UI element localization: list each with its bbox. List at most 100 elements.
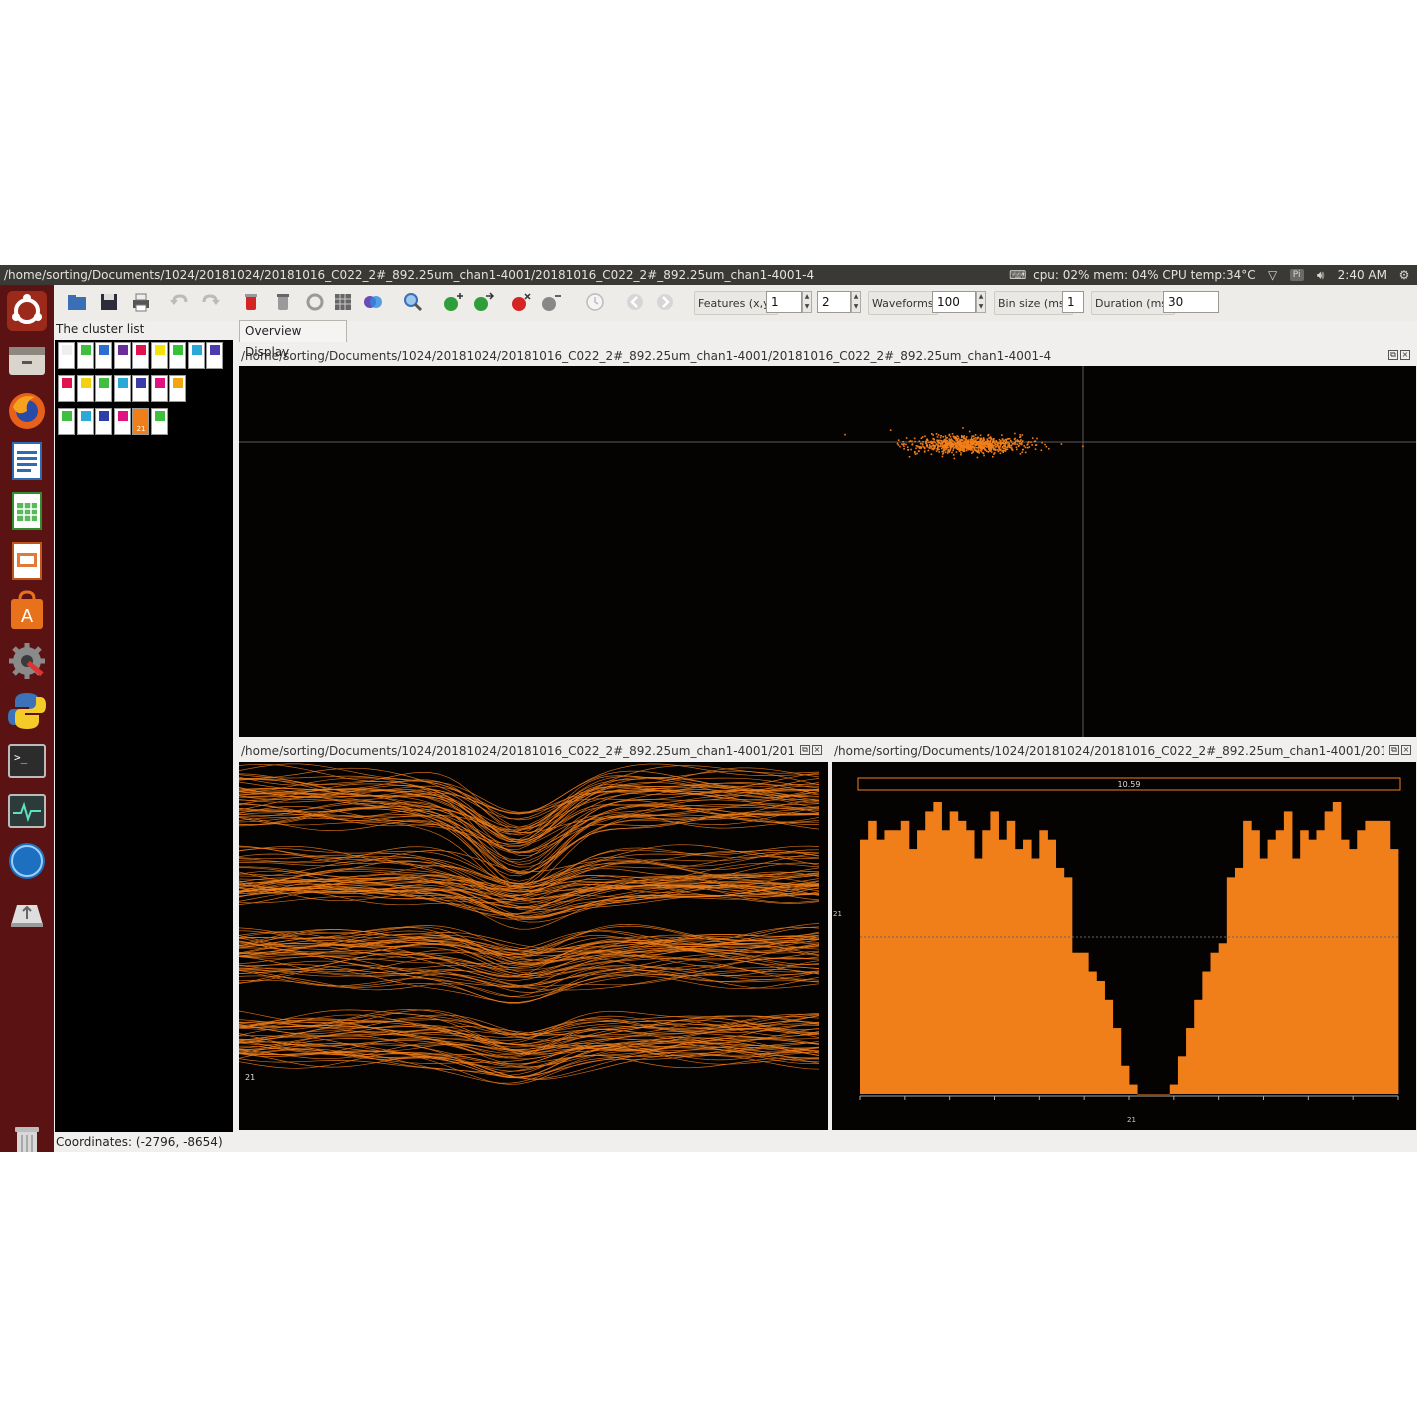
scatter-point bbox=[1021, 440, 1024, 442]
feature-scatter-plot[interactable] bbox=[239, 366, 1416, 737]
scatter-point bbox=[915, 445, 918, 447]
scatter-point bbox=[972, 435, 975, 437]
add-cluster-icon[interactable] bbox=[442, 291, 464, 313]
feature-x-spinner[interactable]: ▲ ▼ bbox=[802, 291, 812, 313]
cluster-chip[interactable] bbox=[95, 342, 112, 369]
cluster-chip[interactable] bbox=[76, 342, 94, 369]
delete-cluster-icon[interactable] bbox=[240, 291, 262, 313]
cluster-color-swatch bbox=[117, 378, 128, 388]
cluster-points bbox=[844, 427, 1084, 460]
save-icon[interactable] bbox=[98, 291, 120, 313]
histogram-bar bbox=[868, 820, 877, 1094]
input-method-icon[interactable]: Pi bbox=[1289, 269, 1304, 281]
close-icon[interactable]: × bbox=[812, 745, 822, 755]
scatter-point bbox=[968, 441, 970, 443]
scatter-point bbox=[1024, 451, 1027, 454]
close-icon[interactable]: × bbox=[1400, 350, 1410, 360]
remove-cluster-icon[interactable] bbox=[510, 291, 532, 313]
cluster-chip[interactable] bbox=[206, 342, 223, 369]
float-icon[interactable]: ⧉ bbox=[800, 745, 810, 755]
cluster-chip[interactable] bbox=[150, 342, 168, 369]
feature-y-spinner[interactable]: ▲ ▼ bbox=[851, 291, 861, 313]
cluster-chip[interactable] bbox=[58, 375, 75, 402]
cluster-chip[interactable] bbox=[76, 375, 94, 402]
feature-y-field[interactable]: 2 bbox=[817, 291, 851, 313]
scatter-point bbox=[972, 450, 975, 452]
merge-clusters-icon[interactable] bbox=[362, 291, 384, 313]
cluster-chip[interactable] bbox=[169, 342, 186, 369]
clock[interactable]: 2:40 AM bbox=[1338, 265, 1387, 285]
cluster-chip[interactable] bbox=[113, 375, 131, 402]
scatter-point bbox=[946, 452, 949, 454]
undo-icon[interactable] bbox=[168, 291, 190, 313]
refresh-icon[interactable] bbox=[304, 291, 326, 313]
scatter-point bbox=[962, 427, 964, 429]
waveform-line bbox=[239, 794, 820, 845]
cluster-chip[interactable]: 21 bbox=[132, 408, 149, 435]
scatter-point bbox=[973, 449, 976, 451]
duration-field[interactable]: 30 bbox=[1163, 291, 1219, 313]
search-icon[interactable] bbox=[402, 291, 424, 313]
usb-drive-icon[interactable] bbox=[5, 889, 49, 933]
software-center-icon[interactable]: A bbox=[5, 589, 49, 633]
waveforms-field[interactable]: 100 bbox=[932, 291, 976, 313]
svg-text:>_: >_ bbox=[14, 751, 28, 764]
float-icon[interactable]: ⧉ bbox=[1388, 350, 1398, 360]
close-icon[interactable]: × bbox=[1401, 745, 1411, 755]
cluster-chip[interactable] bbox=[132, 342, 149, 369]
scatter-point bbox=[965, 449, 968, 452]
scatter-point bbox=[947, 446, 949, 449]
cluster-chip[interactable] bbox=[169, 375, 186, 402]
move-cluster-icon[interactable] bbox=[472, 291, 494, 313]
binsize-field[interactable]: 1 bbox=[1062, 291, 1084, 313]
trash-cluster-icon[interactable] bbox=[272, 291, 294, 313]
trash-icon[interactable] bbox=[5, 1119, 49, 1152]
cluster-chip[interactable] bbox=[187, 342, 205, 369]
scatter-point bbox=[1019, 440, 1022, 443]
calc-icon[interactable] bbox=[5, 489, 49, 533]
cluster-chip[interactable] bbox=[150, 375, 168, 402]
cluster-chip[interactable] bbox=[58, 342, 75, 369]
scatter-point bbox=[1016, 443, 1019, 446]
waveforms-spinner[interactable]: ▲ ▼ bbox=[976, 291, 986, 313]
cluster-chip[interactable] bbox=[113, 342, 131, 369]
ubuntu-dash-icon[interactable] bbox=[5, 289, 49, 333]
clock-icon[interactable] bbox=[584, 291, 606, 313]
system-settings-icon[interactable] bbox=[5, 639, 49, 683]
scatter-point bbox=[964, 438, 966, 440]
clear-cluster-icon[interactable] bbox=[540, 291, 562, 313]
cluster-chip[interactable] bbox=[95, 408, 112, 435]
histogram-bar bbox=[1226, 877, 1236, 1094]
grid-icon[interactable] bbox=[332, 291, 354, 313]
redo-icon[interactable] bbox=[200, 291, 222, 313]
autocorrelogram-chart[interactable]: 10.59 21 21 bbox=[832, 762, 1416, 1130]
files-icon[interactable] bbox=[5, 339, 49, 383]
cluster-chip[interactable] bbox=[58, 408, 75, 435]
volume-icon[interactable]: 🔊︎ bbox=[1314, 269, 1328, 281]
scatter-point bbox=[963, 450, 966, 452]
gear-icon[interactable]: ⚙ bbox=[1397, 269, 1411, 281]
impress-icon[interactable] bbox=[5, 539, 49, 583]
writer-icon[interactable] bbox=[5, 439, 49, 483]
wifi-icon[interactable]: ▽ bbox=[1266, 269, 1280, 281]
float-icon[interactable]: ⧉ bbox=[1389, 745, 1399, 755]
tab-overview-display[interactable]: Overview Display bbox=[239, 320, 347, 359]
firefox-icon[interactable] bbox=[5, 389, 49, 433]
system-monitor-icon[interactable] bbox=[5, 789, 49, 833]
feature-x-field[interactable]: 1 bbox=[766, 291, 802, 313]
keyboard-icon[interactable]: ⌨ bbox=[1009, 269, 1026, 281]
python-icon[interactable] bbox=[5, 689, 49, 733]
forward-icon[interactable] bbox=[654, 291, 676, 313]
terminal-icon[interactable]: >_ bbox=[5, 739, 49, 783]
scatter-point bbox=[944, 435, 947, 437]
cluster-chip[interactable] bbox=[95, 375, 112, 402]
cluster-chip[interactable] bbox=[150, 408, 168, 435]
print-icon[interactable] bbox=[130, 291, 152, 313]
waveform-plot[interactable]: 21 bbox=[239, 762, 828, 1130]
cluster-chip[interactable] bbox=[113, 408, 131, 435]
cluster-chip[interactable] bbox=[132, 375, 149, 402]
back-icon[interactable] bbox=[624, 291, 646, 313]
open-folder-icon[interactable] bbox=[66, 291, 88, 313]
app-circle-icon[interactable] bbox=[5, 839, 49, 883]
cluster-chip[interactable] bbox=[76, 408, 94, 435]
